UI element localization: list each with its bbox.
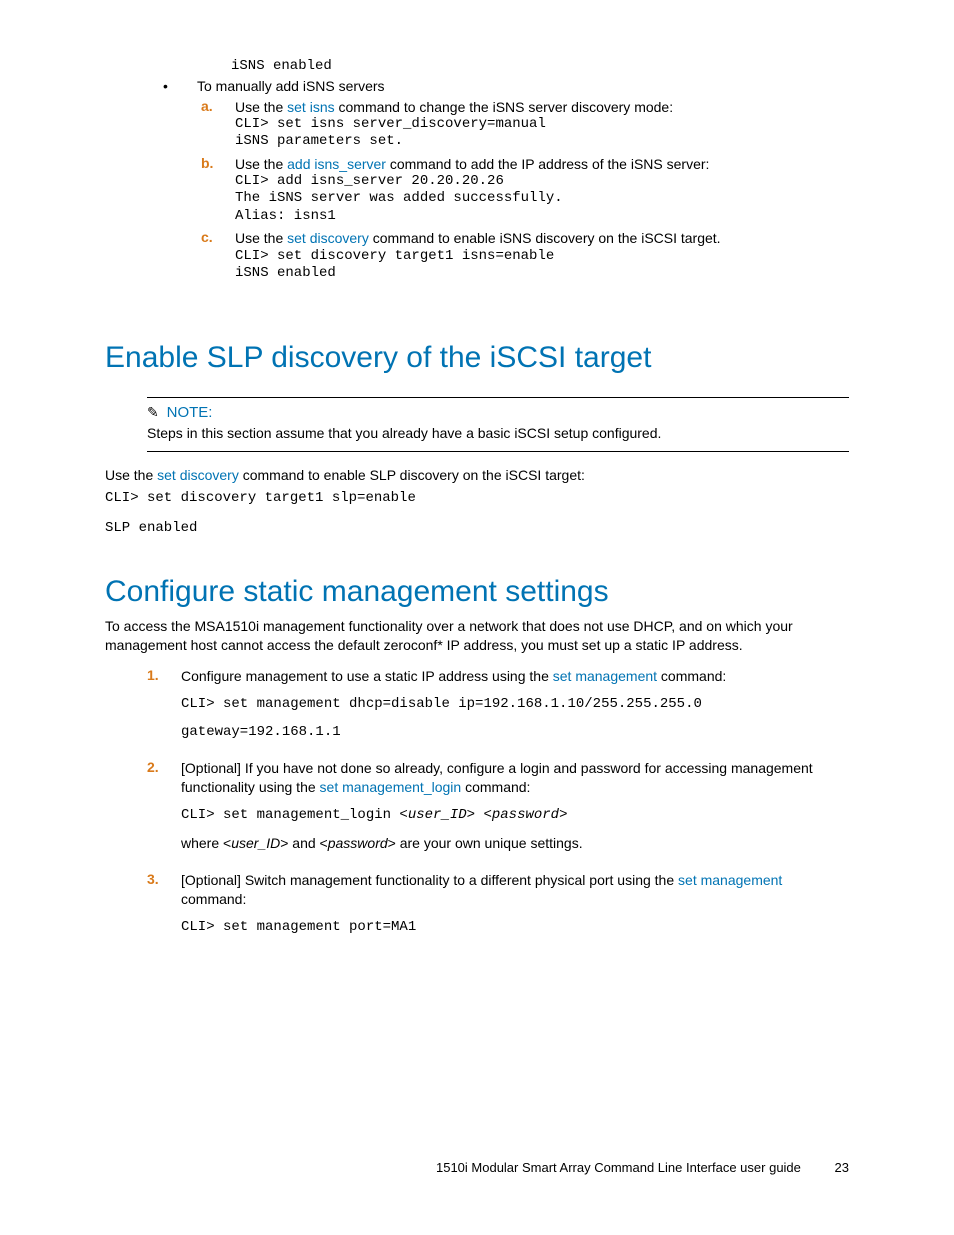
- sub-a-text-pre: Use the: [235, 99, 287, 115]
- sub-b-text-post: command to add the IP address of the iSN…: [386, 156, 709, 172]
- link-set-isns[interactable]: set isns: [287, 99, 334, 115]
- link-set-discovery[interactable]: set discovery: [287, 230, 369, 246]
- step1-code2: gateway=192.168.1.1: [181, 724, 849, 742]
- sub-b-code1: CLI> add isns_server 20.20.20.26: [235, 173, 849, 191]
- sub-marker-b: b.: [197, 155, 235, 171]
- step1-pre: Configure management to use a static IP …: [181, 668, 553, 684]
- link-set-management-login[interactable]: set management_login: [320, 779, 462, 795]
- sub-c-text-pre: Use the: [235, 230, 287, 246]
- sub-a-code2: iSNS parameters set.: [235, 133, 849, 151]
- link-set-discovery-slp[interactable]: set discovery: [157, 467, 239, 483]
- step2-post: command:: [461, 779, 530, 795]
- sub-b-code2: The iSNS server was added successfully.: [235, 190, 849, 208]
- heading-configure-static: Configure static management settings: [105, 575, 849, 609]
- slp-code2: SLP enabled: [105, 520, 849, 538]
- note-body: Steps in this section assume that you al…: [147, 425, 849, 441]
- sub-b-text-pre: Use the: [235, 156, 287, 172]
- link-set-management-1[interactable]: set management: [553, 668, 657, 684]
- note-block: ✎ NOTE: Steps in this section assume tha…: [147, 397, 849, 452]
- link-set-management-3[interactable]: set management: [678, 872, 782, 888]
- note-label: NOTE:: [167, 404, 213, 421]
- step2-code: CLI> set management_login <user_ID> <pas…: [181, 807, 849, 825]
- link-add-isns-server[interactable]: add isns_server: [287, 156, 386, 172]
- bullet-icon: •: [157, 78, 197, 94]
- slp-code1: CLI> set discovery target1 slp=enable: [105, 490, 849, 508]
- slp-body-pre: Use the: [105, 467, 157, 483]
- step2-where: where <user_ID> and <password> are your …: [181, 834, 849, 853]
- page-footer: 1510i Modular Smart Array Command Line I…: [436, 1160, 849, 1175]
- step3-code1: CLI> set management port=MA1: [181, 919, 849, 937]
- footer-page-number: 23: [835, 1160, 849, 1175]
- step1-post: command:: [657, 668, 726, 684]
- sub-c-text-post: command to enable iSNS discovery on the …: [369, 230, 721, 246]
- slp-body-post: command to enable SLP discovery on the i…: [239, 467, 585, 483]
- sub-b-code3: Alias: isns1: [235, 208, 849, 226]
- step3-marker: 3.: [147, 871, 181, 887]
- step1-code1: CLI> set management dhcp=disable ip=192.…: [181, 696, 849, 714]
- sub-a-text-post: command to change the iSNS server discov…: [335, 99, 674, 115]
- sub-c-code1: CLI> set discovery target1 isns=enable: [235, 248, 849, 266]
- step3-post: command:: [181, 891, 246, 907]
- footer-title: 1510i Modular Smart Array Command Line I…: [436, 1160, 801, 1175]
- sub-marker-c: c.: [197, 229, 235, 245]
- static-intro: To access the MSA1510i management functi…: [105, 617, 849, 655]
- step2-marker: 2.: [147, 759, 181, 775]
- bullet-text: To manually add iSNS servers: [197, 78, 385, 94]
- note-icon: ✎: [147, 404, 159, 420]
- heading-enable-slp: Enable SLP discovery of the iSCSI target: [105, 341, 849, 375]
- sub-a-code1: CLI> set isns server_discovery=manual: [235, 116, 849, 134]
- code-continuation: iSNS enabled: [231, 58, 849, 76]
- step3-pre: [Optional] Switch management functionali…: [181, 872, 678, 888]
- step1-marker: 1.: [147, 667, 181, 683]
- sub-marker-a: a.: [197, 98, 235, 114]
- sub-c-code2: iSNS enabled: [235, 265, 849, 283]
